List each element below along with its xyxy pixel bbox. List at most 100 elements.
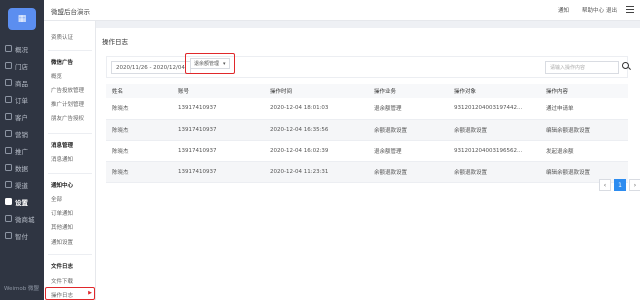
table-cell: 2020-12-04 16:35:56 (264, 119, 368, 141)
rail-item[interactable]: 概况 (0, 40, 44, 57)
column-header: 操作内容 (540, 84, 628, 98)
menu-icon[interactable] (626, 6, 634, 14)
table-cell: 陈晓杰 (106, 119, 172, 141)
app-title: 微盟后台演示 (51, 8, 90, 16)
settings-subnav: 资质认证 微信广告 概览 广告投放管理 推广计划管理 朋友广告授权 消息管理 消息通知 通知中心… (44, 0, 96, 300)
table-cell: 余额退款设置 (448, 161, 540, 183)
table-cell: 发起退余额 (540, 140, 628, 162)
nav-icon (5, 164, 12, 171)
rail-item-label: 微商城 (15, 215, 35, 224)
caret-right-icon: ▶ (88, 290, 92, 296)
divider (48, 254, 92, 255)
column-header: 操作业务 (368, 84, 448, 98)
header-link-notice[interactable]: 通知 (558, 6, 569, 14)
table-cell: 余额退款设置 (368, 161, 448, 183)
subnav-item[interactable]: 推广计划管理 (51, 100, 84, 108)
date-range-picker[interactable]: 2020/11/26 - 2020/12/04 (111, 61, 191, 74)
prev-page-button[interactable]: ‹ (599, 179, 611, 191)
pagination: ‹ 1 › (596, 179, 640, 191)
nav-icon (5, 198, 12, 205)
subnav-item[interactable]: 文件下载 (51, 277, 73, 285)
subnav-item[interactable]: 全部 (51, 195, 62, 203)
table-cell: 余额退款设置 (448, 119, 540, 141)
rail-item-label: 概况 (15, 45, 28, 54)
rail-item[interactable]: 设置 (0, 193, 44, 210)
search-placeholder: 请输入操作内容 (550, 65, 586, 71)
header-link-help[interactable]: 帮助中心 (582, 6, 604, 14)
nav-icon (5, 147, 12, 154)
brand-footer: Weimob 微盟 (4, 286, 39, 292)
rail-item-label: 订单 (15, 96, 28, 105)
table-row: 陈晓杰 13917410937 2020-12-04 16:02:39 退余额管理 93… (106, 140, 628, 162)
subnav-group-label: 微信广告 (51, 60, 74, 66)
table-cell: 退余额管理 (368, 140, 448, 162)
rail-item[interactable]: 门店 (0, 57, 44, 74)
business-type-filter-highlight: 退余额管理 ▾ (185, 53, 235, 74)
rail-item-label: 营销 (15, 130, 28, 139)
header-link-logout[interactable]: 退出 (606, 6, 617, 14)
rail-item-label: 商品 (15, 79, 28, 88)
column-header: 姓名 (106, 84, 172, 98)
table-row: 陈晓杰 13917410937 2020-12-04 16:35:56 余额退款设置余… (106, 119, 628, 141)
subnav-item[interactable]: 朋友广告授权 (51, 114, 84, 122)
operation-log-card: 操作日志 2020/11/26 - 2020/12/04 退余额管理 ▾ 请输入… (96, 28, 640, 300)
app-logo-icon[interactable]: ▦ (8, 8, 36, 30)
filter-bar: 2020/11/26 - 2020/12/04 退余额管理 ▾ 请输入操作内容 (106, 53, 629, 78)
date-range-value: 2020/11/26 - 2020/12/04 (116, 64, 185, 71)
divider (48, 173, 92, 174)
table-cell: 931201204003196562... (448, 140, 540, 162)
table-cell: 余额退款设置 (368, 119, 448, 141)
nav-icon (5, 45, 12, 52)
rail-item-label: 智付 (15, 232, 28, 241)
rail-item[interactable]: 商品 (0, 74, 44, 91)
search-input[interactable]: 请输入操作内容 (545, 61, 619, 74)
column-header: 操作时间 (264, 84, 368, 98)
table-cell: 陈晓杰 (106, 98, 172, 120)
nav-icon (5, 113, 12, 120)
nav-icon (5, 181, 12, 188)
subnav-item[interactable]: 订单通知 (51, 209, 73, 217)
rail-item[interactable]: 客户 (0, 108, 44, 125)
chevron-down-icon: ▾ (223, 60, 226, 67)
rail-item[interactable]: 微商城 (0, 210, 44, 227)
business-type-select[interactable]: 退余额管理 ▾ (190, 58, 230, 69)
rail-item[interactable]: 推广 (0, 142, 44, 159)
rail-item[interactable]: 数据 (0, 159, 44, 176)
divider (48, 50, 92, 51)
rail-item[interactable]: 渠道 (0, 176, 44, 193)
rail-item[interactable]: 订单 (0, 91, 44, 108)
rail-item[interactable]: 智付 (0, 227, 44, 244)
business-type-value: 退余额管理 (194, 61, 220, 67)
nav-icon (5, 130, 12, 137)
rail-item-label: 门店 (15, 62, 28, 71)
nav-icon (5, 96, 12, 103)
subnav-item[interactable]: 资质认证 (51, 33, 73, 41)
table-cell: 13917410937 (172, 98, 264, 120)
operation-log-table: 姓名 账号 操作时间 操作业务 操作对象 操作内容 陈晓杰 13917410937 2020-… (106, 84, 628, 183)
subnav-group-label: 文件日志 (51, 264, 74, 270)
table-cell: 2020-12-04 18:01:03 (264, 98, 368, 120)
table-cell: 13917410937 (172, 161, 264, 183)
app-root: ▦ 概况门店商品订单客户营销推广数据渠道设置微商城智付 Weimob 微盟 资质… (0, 0, 640, 300)
next-page-button[interactable]: › (629, 179, 640, 191)
subnav-item[interactable]: 广告投放管理 (51, 86, 84, 94)
table-cell: 陈晓杰 (106, 161, 172, 183)
main-nav-rail: ▦ 概况门店商品订单客户营销推广数据渠道设置微商城智付 Weimob 微盟 (0, 0, 44, 300)
subnav-item[interactable]: 通知设置 (51, 238, 73, 246)
rail-item[interactable]: 营销 (0, 125, 44, 142)
page-1-button[interactable]: 1 (614, 179, 626, 191)
table-cell: 退余额管理 (368, 98, 448, 120)
subnav-item[interactable]: 其他通知 (51, 223, 73, 231)
table-cell: 编辑余额退款设置 (540, 119, 628, 141)
rail-item-label: 客户 (15, 113, 28, 122)
nav-icon (5, 62, 12, 69)
table-row: 陈晓杰 13917410937 2020-12-04 18:01:03 退余额管理 93… (106, 98, 628, 120)
table-cell: 陈晓杰 (106, 140, 172, 162)
subnav-item[interactable]: 消息通知 (51, 155, 73, 163)
search-icon[interactable] (622, 62, 629, 69)
column-header: 操作对象 (448, 84, 540, 98)
subnav-item[interactable]: 概览 (51, 72, 62, 80)
page-title: 操作日志 (102, 38, 128, 46)
rail-item-label: 数据 (15, 164, 28, 173)
rail-item-label: 设置 (15, 198, 28, 207)
